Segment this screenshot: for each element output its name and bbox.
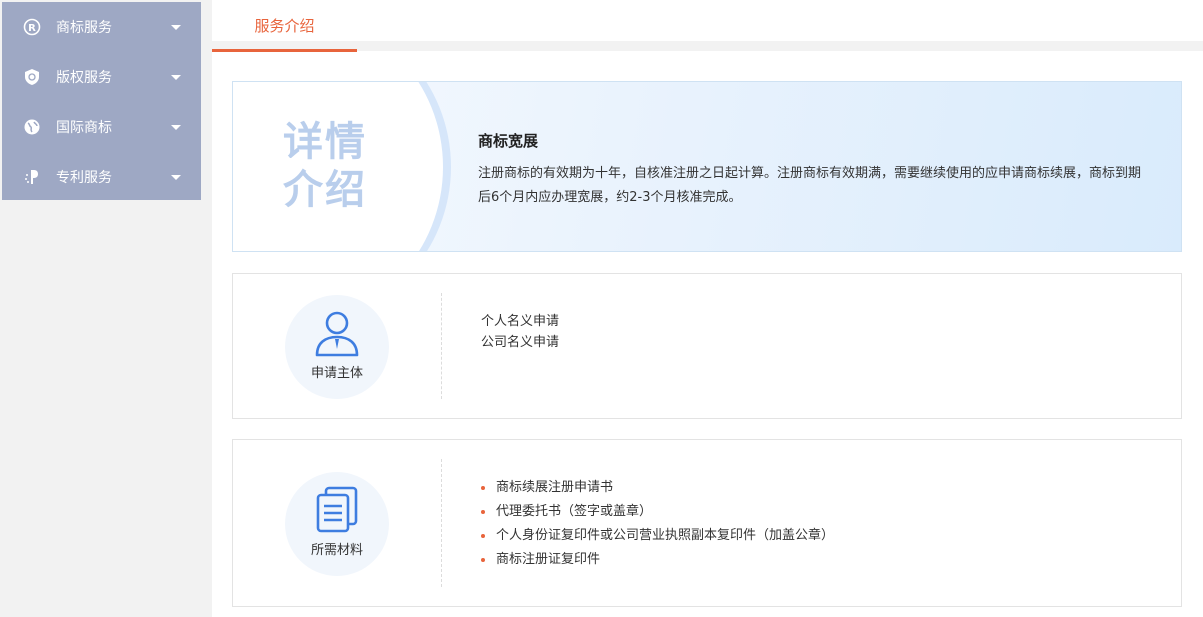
applicant-option: 公司名义申请 [481, 335, 560, 350]
shield-icon [22, 67, 42, 87]
tab-service-intro[interactable]: 服务介绍 [212, 0, 357, 52]
globe-icon [22, 117, 42, 137]
applicant-option: 个人名义申请 [481, 314, 560, 329]
sidebar: R 商标服务 版权服务 国际商标 专利服务 [2, 2, 201, 200]
tab-bar: 服务介绍 [212, 0, 1203, 52]
sidebar-item-patent[interactable]: 专利服务 [2, 152, 201, 202]
documents-icon [314, 486, 360, 538]
sidebar-item-label: 国际商标 [56, 120, 112, 136]
registered-icon: R [22, 17, 42, 37]
list-item: 个人身份证复印件或公司营业执照副本复印件（加盖公章） [481, 524, 834, 548]
applicant-caption: 申请主体 [310, 366, 363, 381]
service-title: 商标宽展 [478, 132, 539, 150]
list-item: 商标续展注册申请书 [481, 476, 834, 500]
sidebar-item-label: 商标服务 [56, 20, 112, 36]
materials-icon-circle: 所需材料 [285, 472, 389, 576]
chevron-down-icon [171, 124, 181, 130]
materials-caption: 所需材料 [310, 543, 363, 558]
banner-big-text-line2: 介绍 [283, 167, 367, 213]
materials-list: 商标续展注册申请书 代理委托书（签字或盖章） 个人身份证复印件或公司营业执照副本… [481, 476, 834, 572]
applicant-options: 个人名义申请 公司名义申请 [481, 311, 559, 353]
applicant-icon-circle: 申请主体 [285, 295, 389, 399]
sidebar-item-label: 专利服务 [56, 170, 112, 186]
sidebar-item-trademark[interactable]: R 商标服务 [2, 2, 201, 52]
materials-card: 所需材料 商标续展注册申请书 代理委托书（签字或盖章） 个人身份证复印件或公司营… [232, 439, 1182, 607]
sidebar-item-label: 版权服务 [56, 70, 112, 86]
user-icon [313, 309, 361, 361]
sidebar-item-international-trademark[interactable]: 国际商标 [2, 102, 201, 152]
banner-big-text-line1: 详情 [283, 119, 367, 165]
svg-text:R: R [28, 23, 36, 34]
list-item: 商标注册证复印件 [481, 548, 834, 572]
chevron-down-icon [171, 24, 181, 30]
chevron-down-icon [171, 74, 181, 80]
sidebar-item-copyright[interactable]: 版权服务 [2, 52, 201, 102]
service-description: 注册商标的有效期为十年，自核准注册之日起计算。注册商标有效期满，需要继续使用的应… [478, 166, 1142, 205]
applicant-card: 申请主体 个人名义申请 公司名义申请 [232, 273, 1182, 419]
divider [441, 293, 442, 399]
detail-banner: 详情 介绍 商标宽展 注册商标的有效期为十年，自核准注册之日起计算。注册商标有效… [232, 81, 1182, 252]
main-content: 服务介绍 详情 介绍 商标宽展 注册商标的有效期为十年，自核准注册之日起计算。注… [212, 0, 1203, 617]
chevron-down-icon [171, 174, 181, 180]
banner-big-text: 详情 介绍 [283, 118, 393, 214]
patent-icon [22, 167, 42, 187]
list-item: 代理委托书（签字或盖章） [481, 500, 834, 524]
divider [441, 459, 442, 587]
